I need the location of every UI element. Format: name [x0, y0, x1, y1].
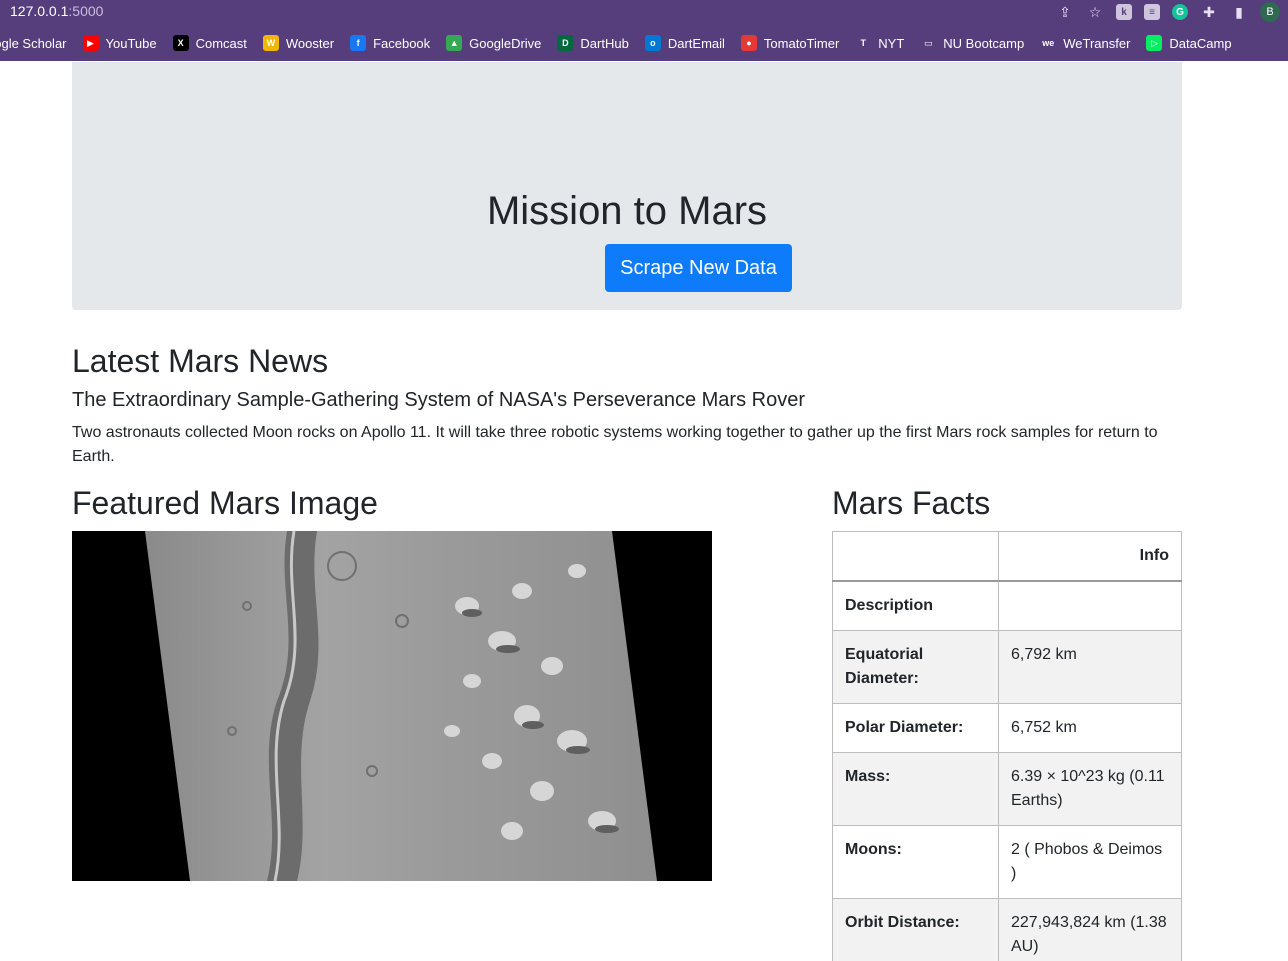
fact-label: Description: [832, 580, 999, 631]
jumbotron: Mission to Mars Scrape New Data: [72, 62, 1182, 310]
mars-surface-image: [72, 531, 712, 881]
latest-news-heading: Latest Mars News: [72, 343, 329, 379]
side-panel-icon[interactable]: ▮: [1230, 3, 1248, 21]
table-header-row: Info: [832, 531, 1182, 582]
bookmark-label: GoogleDrive: [469, 35, 542, 51]
fact-value: 6.39 × 10^23 kg (0.11 Earths): [998, 752, 1182, 826]
darthub-icon: D: [557, 35, 574, 51]
bookmark-label: Wooster: [285, 35, 335, 51]
bookmark-item[interactable]: we WeTransfer: [1040, 35, 1130, 51]
bookmark-label: DataCamp: [1169, 35, 1232, 51]
fact-label: Mass:: [832, 752, 999, 826]
youtube-icon: ▶: [82, 35, 99, 51]
folder-icon: ▭: [920, 35, 937, 51]
bookmark-label: WeTransfer: [1063, 35, 1131, 51]
fact-value: 6,752 km: [998, 703, 1182, 753]
table-row: Description: [832, 580, 1182, 631]
fact-label: Polar Diameter:: [832, 703, 999, 753]
page-title: Mission to Mars: [486, 189, 768, 233]
url-host: 127.0.0.1: [10, 3, 69, 19]
browser-toolbar-icons: ⇪ ☆ k ≡ G ✚ ▮ B: [1056, 2, 1280, 22]
extension-doc-icon[interactable]: ≡: [1144, 4, 1160, 20]
table-row: Orbit Distance: 227,943,824 km (1.38 AU): [832, 898, 1182, 961]
bookmark-item[interactable]: T NYT: [855, 35, 904, 51]
table-row: Mass: 6.39 × 10^23 kg (0.11 Earths): [832, 752, 1182, 826]
bookmark-item[interactable]: W Wooster: [262, 35, 335, 51]
share-icon[interactable]: ⇪: [1056, 3, 1074, 21]
extensions-puzzle-icon[interactable]: ✚: [1200, 3, 1218, 21]
bookmark-star-icon[interactable]: ☆: [1086, 3, 1104, 21]
facebook-icon: f: [350, 35, 367, 51]
fact-label: Equatorial Diameter:: [832, 630, 999, 704]
bookmark-label: DartHub: [580, 35, 629, 51]
wooster-icon: W: [262, 35, 279, 51]
fact-value: 2 ( Phobos & Deimos ): [998, 825, 1182, 899]
table-row: Moons: 2 ( Phobos & Deimos ): [832, 825, 1182, 899]
mars-facts-table: Info Description Equatorial Diameter: 6,79…: [832, 531, 1182, 961]
fact-value: 6,792 km: [998, 630, 1182, 704]
bookmark-label: Facebook: [373, 35, 431, 51]
bookmark-item[interactable]: ▷ DataCamp: [1146, 35, 1232, 51]
address-bar[interactable]: 127.0.0.1:5000: [10, 3, 103, 19]
bookmark-item[interactable]: f Facebook: [350, 35, 430, 51]
fact-label: Orbit Distance:: [832, 898, 999, 961]
table-row: Equatorial Diameter: 6,792 km: [832, 630, 1182, 704]
table-row: Polar Diameter: 6,752 km: [832, 703, 1182, 753]
bookmark-label: oogle Scholar: [0, 35, 67, 51]
bookmark-item[interactable]: ▶ YouTube: [82, 35, 157, 51]
bookmark-item[interactable]: oogle Scholar: [0, 36, 67, 51]
bookmark-item[interactable]: o DartEmail: [644, 35, 725, 51]
bookmark-item[interactable]: ▲ GoogleDrive: [446, 35, 541, 51]
bookmark-label: Comcast: [195, 35, 247, 51]
tomato-icon: ●: [740, 35, 757, 51]
bookmark-label: TomatoTimer: [763, 35, 840, 51]
url-port: :5000: [68, 3, 104, 19]
featured-image-heading: Featured Mars Image: [72, 485, 378, 521]
grammarly-icon[interactable]: G: [1172, 4, 1188, 20]
table-header-empty: [832, 531, 999, 582]
google-drive-icon: ▲: [446, 35, 463, 51]
bookmark-label: DartEmail: [667, 35, 725, 51]
x-icon: X: [172, 35, 189, 51]
bookmark-item[interactable]: X Comcast: [172, 35, 247, 51]
news-title: The Extraordinary Sample-Gathering Syste…: [72, 389, 805, 411]
mars-facts-heading: Mars Facts: [832, 485, 991, 521]
bookmark-label: NYT: [878, 35, 905, 51]
wetransfer-icon: we: [1040, 35, 1057, 51]
bookmarks-bar: oogle Scholar ▶ YouTube X Comcast W Wooster f Fa…: [0, 25, 1288, 61]
table-header-info: Info: [998, 531, 1182, 582]
fact-label: Moons:: [832, 825, 999, 899]
scrape-new-data-button[interactable]: Scrape New Data: [605, 244, 792, 292]
profile-avatar[interactable]: B: [1260, 2, 1280, 22]
news-paragraph: Two astronauts collected Moon rocks on A…: [72, 424, 1158, 465]
bookmark-item[interactable]: ▭ NU Bootcamp: [920, 35, 1024, 51]
browser-url-bar: 127.0.0.1:5000 ⇪ ☆ k ≡ G ✚ ▮ B: [0, 0, 1288, 25]
bookmark-label: YouTube: [105, 35, 157, 51]
nyt-icon: T: [855, 35, 872, 51]
bookmark-item[interactable]: ● TomatoTimer: [740, 35, 840, 51]
featured-mars-image: [72, 531, 712, 881]
fact-value: [998, 580, 1182, 631]
outlook-icon: o: [644, 35, 661, 51]
bookmark-label: NU Bootcamp: [943, 35, 1025, 51]
extension-k-icon[interactable]: k: [1116, 4, 1132, 20]
fact-value: 227,943,824 km (1.38 AU): [998, 898, 1182, 961]
datacamp-icon: ▷: [1146, 35, 1163, 51]
bookmark-item[interactable]: D DartHub: [557, 35, 629, 51]
